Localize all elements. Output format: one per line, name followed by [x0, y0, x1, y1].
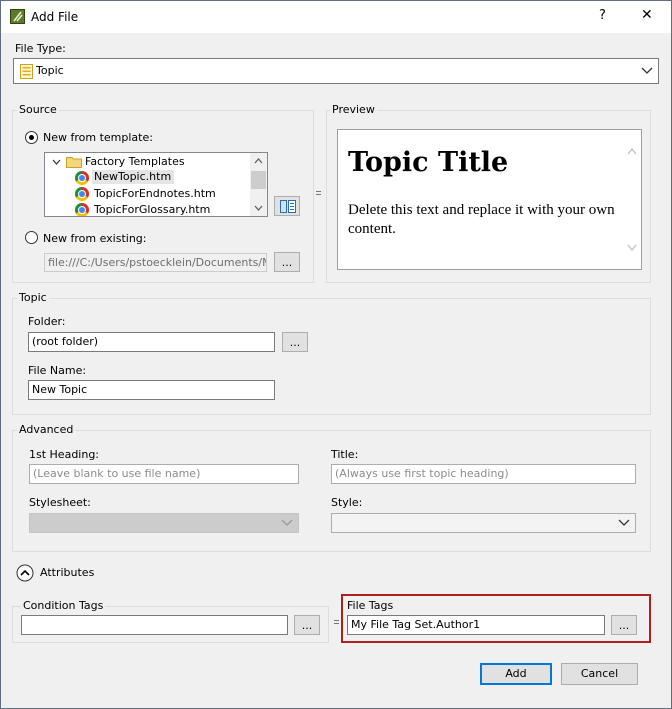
templates-icon: [280, 200, 296, 213]
condition-tags-label: Condition Tags: [21, 599, 106, 613]
tree-scrollbar[interactable]: [250, 153, 267, 216]
preview-heading: Topic Title: [348, 147, 509, 178]
source-group-label: Source: [17, 103, 59, 117]
template-tree[interactable]: Factory Templates NewTopic.htm TopicForE…: [44, 152, 268, 217]
close-button[interactable]: ✕: [641, 8, 653, 22]
file-tags-field[interactable]: My File Tag Set.Author1: [347, 615, 605, 635]
title-bar: Add File ? ✕: [1, 1, 671, 33]
scroll-down-icon[interactable]: [254, 205, 263, 211]
title-input[interactable]: (Always use first topic heading): [331, 464, 636, 484]
stylesheet-select[interactable]: [29, 513, 299, 533]
browse-folder-button[interactable]: ...: [282, 332, 308, 352]
new-from-existing-label[interactable]: New from existing:: [43, 232, 147, 246]
preview-body: Delete this text and replace it with you…: [348, 202, 615, 237]
file-type-value: Topic: [36, 64, 64, 77]
folder-icon: [66, 157, 82, 168]
first-heading-label: 1st Heading:: [29, 448, 100, 461]
advanced-group-label: Advanced: [17, 423, 76, 437]
title-placeholder: (Always use first topic heading): [335, 467, 509, 480]
preview-pane: Topic Title Delete this text and replace…: [337, 129, 642, 270]
title-label: Title:: [331, 448, 359, 461]
first-heading-placeholder: (Leave blank to use file name): [33, 467, 201, 480]
folder-label: Folder:: [28, 315, 66, 328]
browse-existing-button[interactable]: ...: [274, 252, 300, 272]
add-file-dialog: Add File ? ✕ File Type: Topic Source New…: [0, 0, 672, 709]
file-tags-label: File Tags: [347, 599, 394, 612]
chrome-icon: [75, 171, 89, 185]
scroll-down-icon[interactable]: [627, 244, 637, 251]
tree-folder-label: Factory Templates: [85, 155, 185, 168]
template-manager-button[interactable]: [274, 196, 300, 216]
first-heading-input[interactable]: (Leave blank to use file name): [29, 464, 299, 484]
help-button[interactable]: ?: [599, 9, 606, 23]
splitter-grip-icon[interactable]: [316, 190, 322, 196]
chevron-down-icon: [618, 519, 630, 526]
scroll-up-icon[interactable]: [627, 148, 637, 155]
new-from-existing-radio[interactable]: [25, 231, 38, 244]
scroll-up-icon[interactable]: [254, 158, 263, 164]
chevron-down-icon: [281, 519, 293, 526]
stylesheet-label: Stylesheet:: [29, 496, 91, 509]
scrollbar-thumb[interactable]: [251, 171, 266, 189]
new-from-template-radio[interactable]: [25, 131, 38, 144]
chrome-icon: [75, 203, 89, 216]
add-button[interactable]: Add: [480, 663, 552, 685]
chrome-icon: [75, 187, 89, 201]
chevron-down-icon[interactable]: [52, 158, 61, 166]
attributes-toggle[interactable]: Attributes: [16, 563, 136, 583]
tree-item-label: TopicForGlossary.htm: [94, 203, 211, 216]
cancel-button[interactable]: Cancel: [561, 663, 638, 685]
condition-tags-field[interactable]: [21, 615, 288, 635]
chevron-up-circle-icon[interactable]: [16, 564, 34, 582]
window-title: Add File: [31, 10, 79, 24]
attributes-label: Attributes: [40, 566, 95, 579]
preview-group-label: Preview: [330, 103, 377, 117]
style-select[interactable]: [331, 513, 636, 533]
browse-condition-tags-button[interactable]: ...: [294, 615, 320, 635]
folder-field[interactable]: (root folder): [28, 332, 275, 352]
topic-group-label: Topic: [17, 291, 49, 305]
existing-path-field[interactable]: file:///C:/Users/pstoecklein/Documents/M…: [44, 253, 267, 272]
file-type-label: File Type:: [15, 42, 66, 55]
browse-file-tags-button[interactable]: ...: [611, 615, 637, 635]
app-logo-icon: [10, 9, 25, 24]
new-from-template-label[interactable]: New from template:: [43, 131, 153, 145]
file-name-field[interactable]: New Topic: [28, 380, 275, 400]
topic-file-icon: [20, 64, 33, 79]
tree-item-label: TopicForEndnotes.htm: [94, 187, 216, 200]
style-label: Style:: [331, 496, 363, 509]
file-type-select[interactable]: Topic: [13, 58, 659, 84]
chevron-down-icon: [641, 67, 653, 74]
file-name-label: File Name:: [28, 364, 87, 377]
tree-item-label: NewTopic.htm: [92, 170, 175, 184]
splitter-grip-icon[interactable]: [334, 619, 340, 625]
